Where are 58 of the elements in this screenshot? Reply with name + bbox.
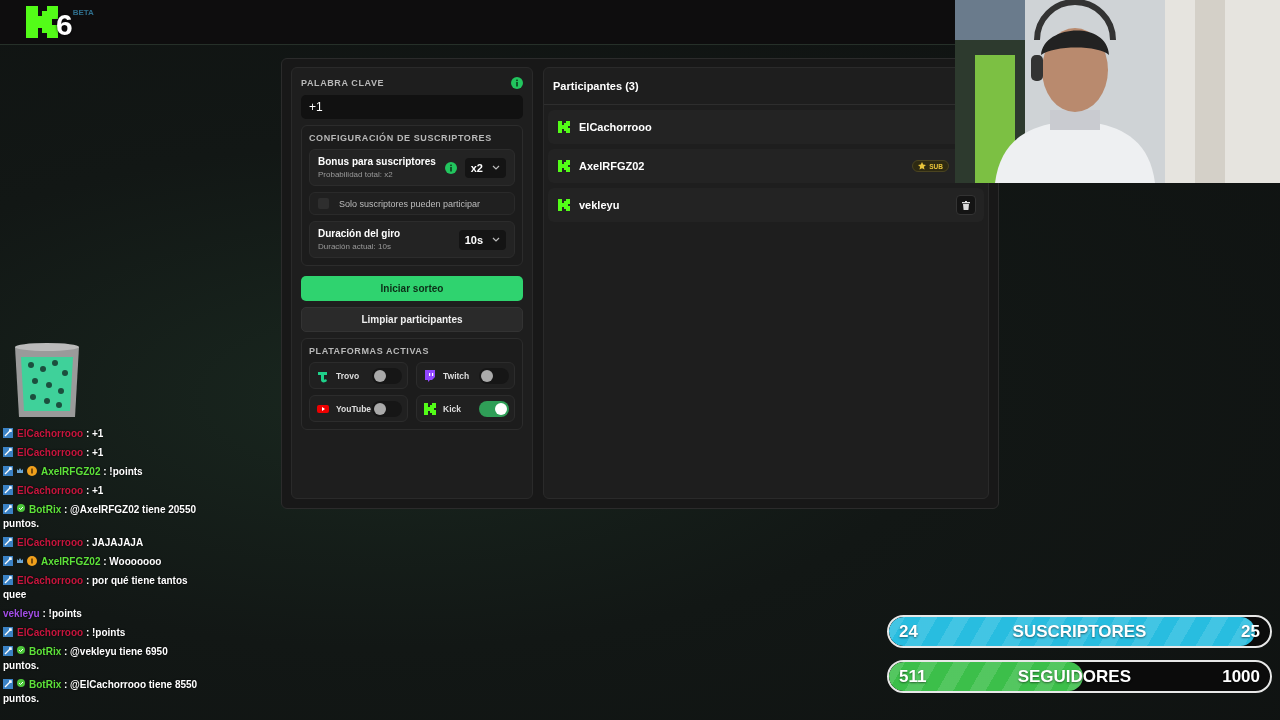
chat-message: ElCachorrooo : por qué tiene tantos quee [3, 574, 189, 602]
toggle-switch[interactable] [479, 400, 509, 417]
chat-message: ElCachorrooo : +1 [3, 427, 203, 441]
setting-label: Duración del giro [318, 228, 401, 239]
keyword-input[interactable]: +1 [301, 95, 523, 119]
setting-hint: Probabilidad total: x2 [318, 170, 394, 179]
chat-message: AxelRFGZ02 : Wooooooo [3, 555, 203, 569]
select-dropdown[interactable]: 10s [458, 229, 506, 250]
platform-name: Twitch [443, 370, 470, 381]
chat-message: ElCachorrooo : !points [3, 626, 203, 640]
chat-message: ElCachorrooo : +1 [3, 446, 203, 460]
start-button[interactable]: Iniciar sorteo [301, 276, 523, 301]
setting-hint: Duración actual: 10s [318, 242, 392, 251]
select-dropdown[interactable]: x2 [464, 157, 506, 178]
platform-name: Trovo [336, 370, 360, 381]
beta-label: BETA [72, 8, 94, 17]
toggle-switch[interactable] [372, 400, 402, 417]
participant-row[interactable]: ElCachorrooo [548, 110, 957, 144]
twitch-icon [423, 368, 437, 383]
chat-message: ElCachorrooo : +1 [3, 484, 203, 498]
kick-icon [557, 198, 571, 212]
chat-message: AxelRFGZ02 : !points [3, 465, 203, 479]
chevron-down-icon [492, 237, 500, 242]
chat-message: vekleyu : !points [3, 607, 83, 621]
info-icon [444, 161, 457, 174]
clear-button[interactable]: Limpiar participantes [301, 307, 523, 332]
participant-name: vekleyu [579, 199, 620, 211]
setting-label: Bonus para suscriptores [318, 156, 436, 167]
kick-icon [557, 120, 571, 134]
info-icon [511, 77, 523, 89]
chat-message: BotRix : @vekleyu tiene 6950 puntos. [3, 645, 169, 673]
kick-icon [423, 401, 437, 416]
platform-name: Kick [443, 403, 461, 414]
section-label: PALABRA CLAVE [301, 78, 385, 88]
platform-name: YouTube [336, 403, 372, 414]
toggle-switch[interactable] [372, 367, 402, 384]
participant-row[interactable]: vekleyu [548, 188, 984, 222]
goal-target: 1000 [1222, 666, 1260, 687]
goal-current: 511 [899, 666, 927, 687]
participants-title: Participantes (3) [553, 80, 639, 92]
chat-message: BotRix : @ElCachorrooo tiene 8550 puntos. [3, 678, 199, 706]
chevron-down-icon [492, 165, 500, 170]
checkbox-label: Solo suscriptores pueden participar [339, 198, 481, 209]
participant-name: ElCachorrooo [579, 121, 652, 133]
delete-button[interactable] [956, 195, 976, 215]
goal-label: SUSCRIPTORES [1012, 621, 1147, 642]
logo-digit: 6 [56, 8, 73, 42]
checkbox-row[interactable]: Solo suscriptores pueden participar [309, 192, 515, 215]
kick-icon [557, 159, 571, 173]
chat-message: ElCachorrooo : JAJAJAJA [3, 536, 203, 550]
section-label: PLATAFORMAS ACTIVAS [309, 346, 431, 356]
participant-name: AxelRFGZ02 [579, 160, 645, 172]
section-label: CONFIGURACIÓN DE SUSCRIPTORES [309, 133, 493, 143]
goal-current: 24 [899, 621, 918, 642]
trash-icon [962, 200, 970, 210]
chat-message: BotRix : @AxelRFGZ02 tiene 20550 puntos. [3, 503, 198, 531]
toggle-switch[interactable] [479, 367, 509, 384]
star-icon [918, 162, 927, 170]
